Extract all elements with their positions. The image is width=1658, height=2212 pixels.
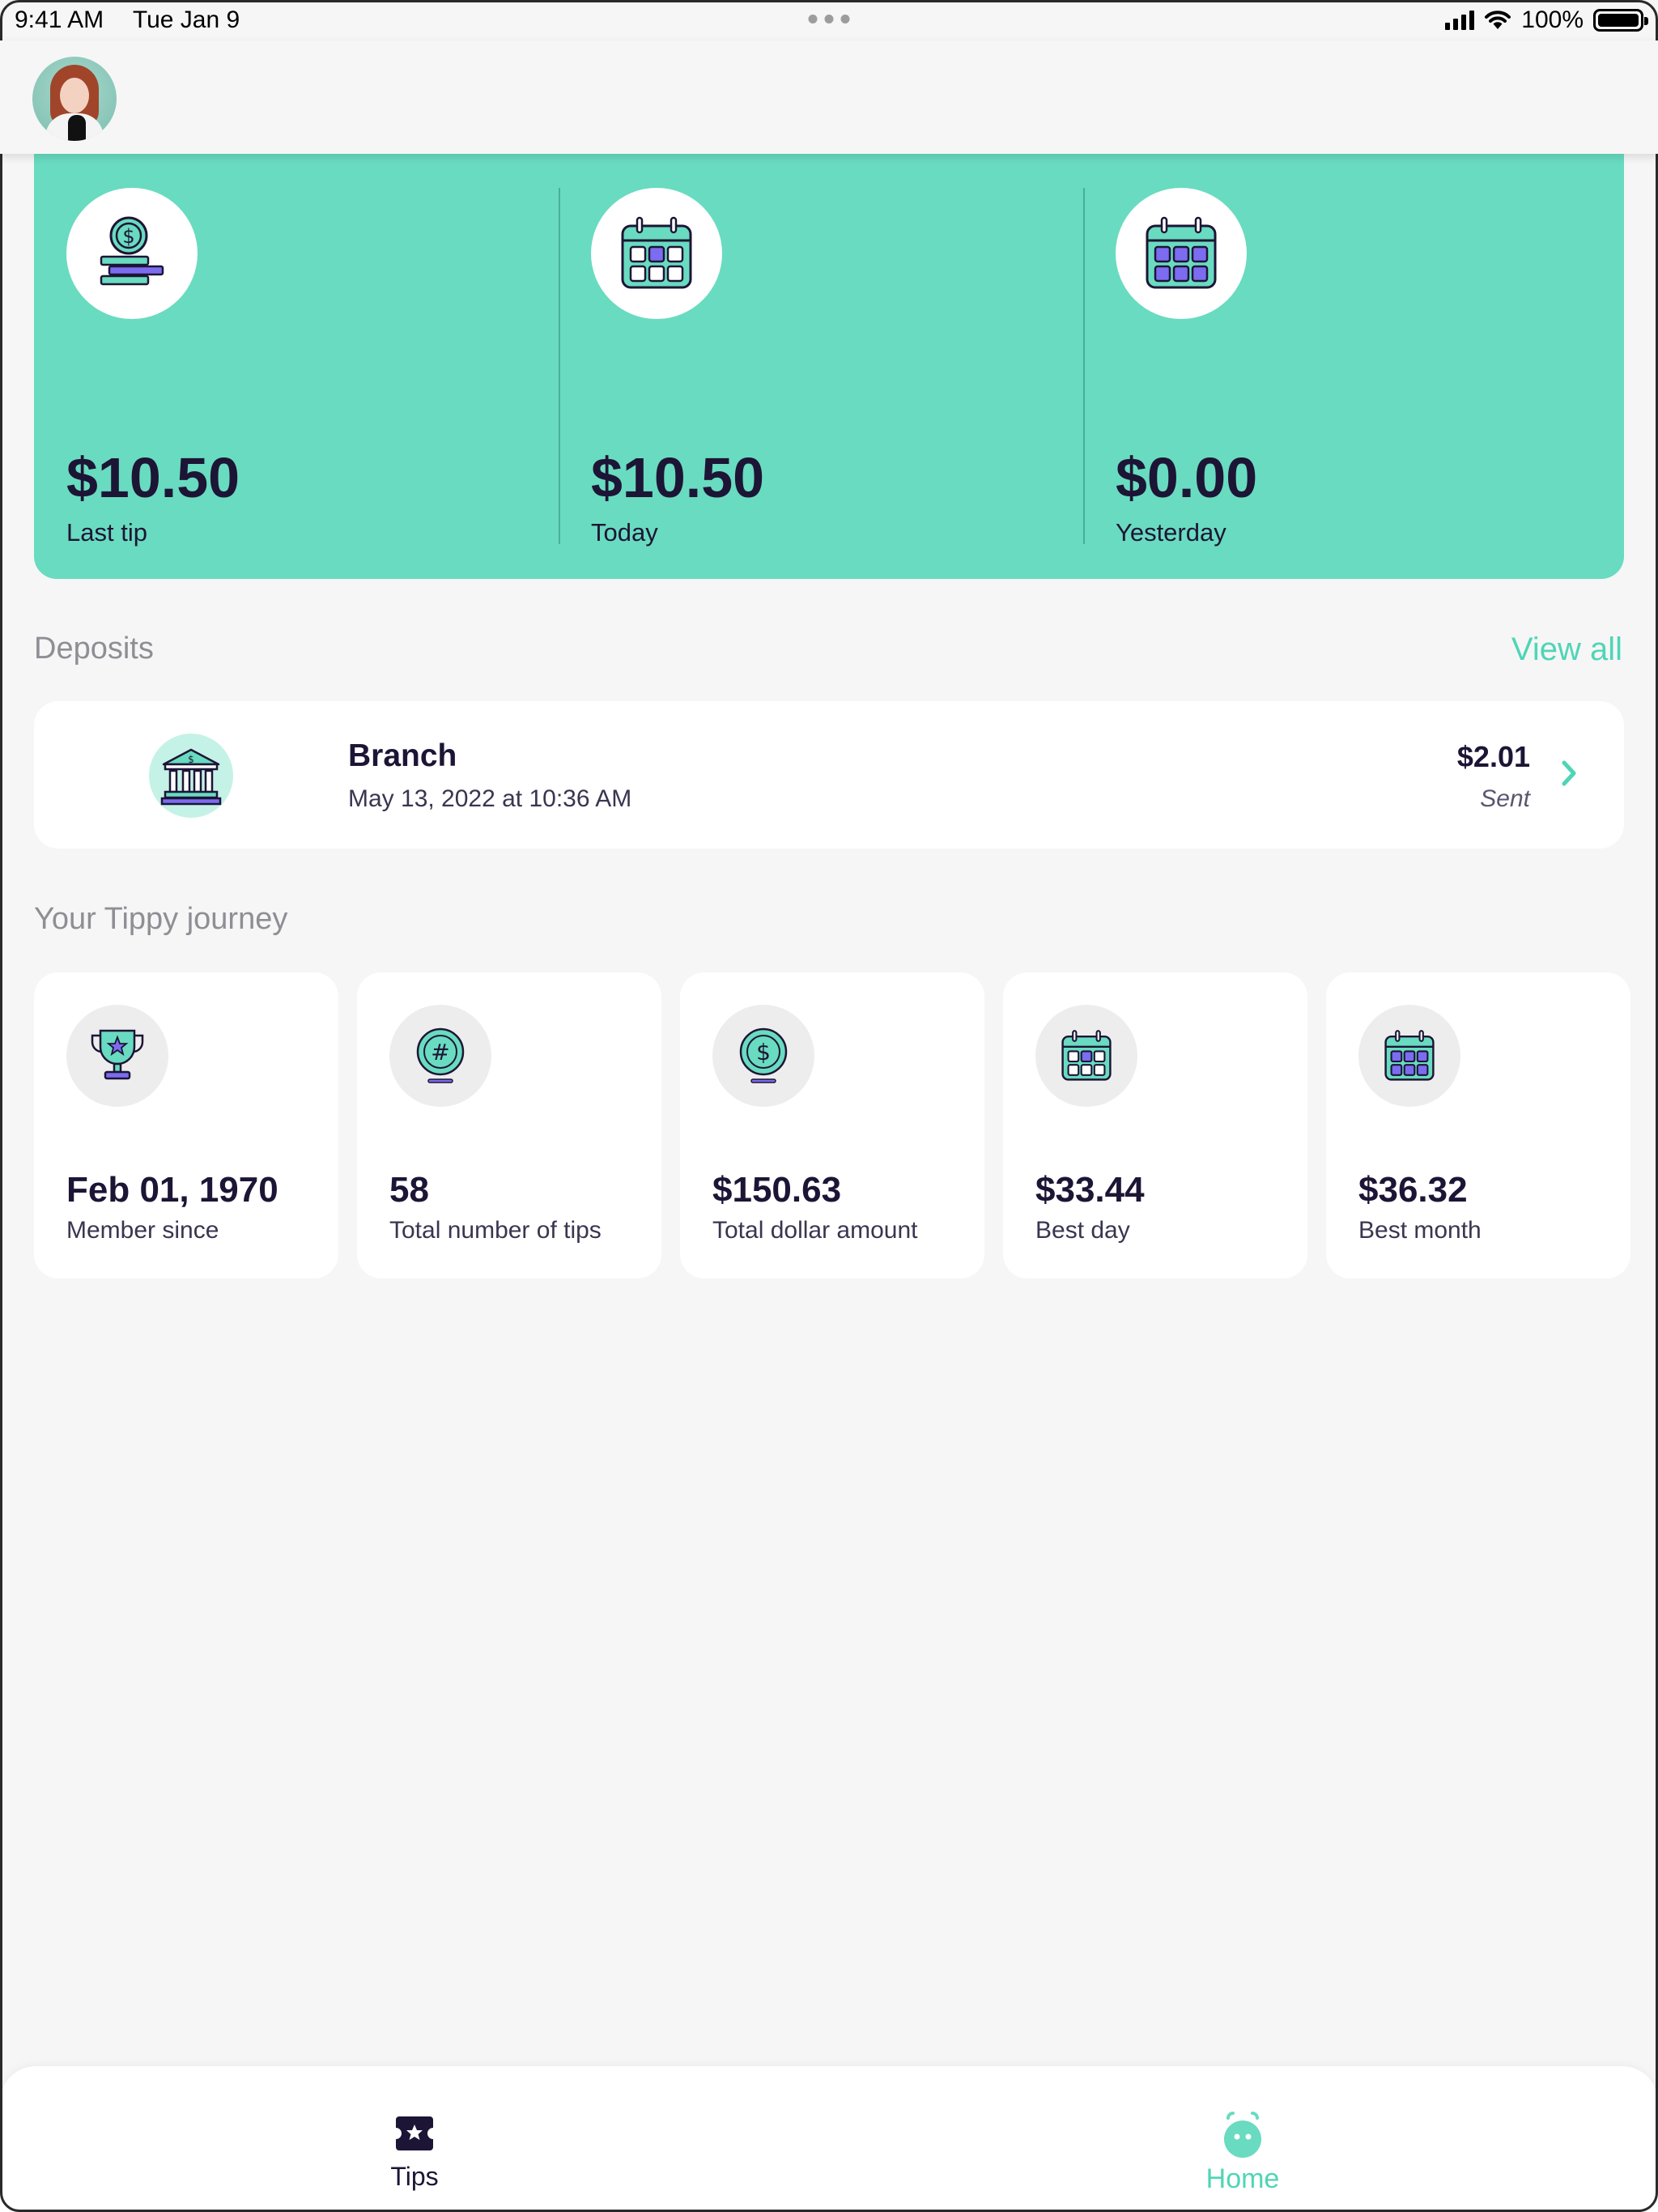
journey-value: $36.32	[1358, 1170, 1468, 1210]
journey-value: Feb 01, 1970	[66, 1170, 278, 1210]
status-date: Tue Jan 9	[132, 6, 240, 33]
tip-summary-card: $ $10.50 Last tip $10.50 Today $0.00 Yes…	[34, 130, 1624, 579]
deposit-status: Sent	[1480, 785, 1530, 812]
calendar-full-icon	[1358, 1005, 1460, 1107]
hash-coin-icon: #	[389, 1005, 491, 1107]
cellular-signal-icon	[1445, 11, 1475, 30]
tab-home[interactable]: Home	[1121, 2066, 1364, 2212]
summary-label: Yesterday	[1116, 518, 1226, 547]
summary-yesterday: $0.00 Yesterday	[1083, 130, 1608, 579]
chevron-right-icon[interactable]	[1558, 753, 1582, 793]
status-bar: 9:41 AM Tue Jan 9 100%	[0, 0, 1658, 40]
tab-tips[interactable]: Tips	[293, 2066, 536, 2212]
tab-bar: Tips Home	[0, 2066, 1658, 2212]
journey-card-best-day: $33.44 Best day	[1003, 972, 1307, 1278]
calendar-full-icon	[1116, 188, 1247, 319]
svg-text:$: $	[122, 225, 134, 248]
summary-amount: $0.00	[1116, 446, 1258, 509]
journey-title: Your Tippy journey	[34, 902, 288, 936]
trophy-icon	[66, 1005, 168, 1107]
summary-label: Last tip	[66, 518, 147, 547]
deposit-row[interactable]: $ Branch May 13, 2022 at 10:36 AM $2.01 …	[34, 701, 1624, 849]
svg-text:$: $	[756, 1039, 771, 1066]
status-left: 9:41 AM Tue Jan 9	[15, 6, 262, 34]
journey-label: Total number of tips	[389, 1217, 602, 1244]
status-time: 9:41 AM	[15, 6, 104, 33]
coins-icon: $	[66, 188, 198, 319]
deposit-name: Branch	[348, 738, 457, 773]
deposit-date: May 13, 2022 at 10:36 AM	[348, 785, 632, 812]
journey-label: Best day	[1035, 1217, 1130, 1244]
journey-card-best-month: $36.32 Best month	[1326, 972, 1630, 1278]
journey-value: $33.44	[1035, 1170, 1145, 1210]
bank-icon: $	[149, 734, 233, 818]
deposit-amount: $2.01	[1456, 740, 1530, 773]
battery-icon	[1593, 9, 1648, 32]
top-header	[0, 40, 1658, 154]
tab-tips-label: Tips	[390, 2162, 439, 2191]
summary-label: Today	[591, 518, 658, 547]
journey-card-member-since: Feb 01, 1970 Member since	[34, 972, 338, 1278]
avatar[interactable]	[32, 57, 117, 141]
multitasking-dots-icon[interactable]	[808, 15, 850, 23]
summary-amount: $10.50	[66, 446, 240, 509]
journey-value: $150.63	[712, 1170, 842, 1210]
calendar-day-icon	[1035, 1005, 1137, 1107]
journey-label: Member since	[66, 1217, 219, 1244]
journey-card-total-dollars: $ $150.63 Total dollar amount	[680, 972, 984, 1278]
summary-today: $10.50 Today	[559, 130, 1083, 579]
svg-text:#: #	[431, 1039, 449, 1066]
ticket-star-icon	[396, 2116, 433, 2150]
summary-amount: $10.50	[591, 446, 765, 509]
view-all-link[interactable]: View all	[1511, 632, 1622, 668]
battery-percent: 100%	[1521, 6, 1584, 33]
calendar-day-icon	[591, 188, 722, 319]
journey-card-total-tips: # 58 Total number of tips	[357, 972, 661, 1278]
dollar-coin-icon: $	[712, 1005, 814, 1107]
tippy-mascot-icon	[1224, 2112, 1261, 2158]
status-right: 100%	[1445, 6, 1648, 34]
journey-label: Best month	[1358, 1217, 1482, 1244]
summary-last-tip: $ $10.50 Last tip	[34, 130, 559, 579]
journey-value: 58	[389, 1170, 429, 1210]
tab-home-label: Home	[1205, 2163, 1280, 2194]
journey-label: Total dollar amount	[712, 1217, 918, 1244]
wifi-icon	[1485, 11, 1511, 29]
deposits-title: Deposits	[34, 632, 154, 666]
